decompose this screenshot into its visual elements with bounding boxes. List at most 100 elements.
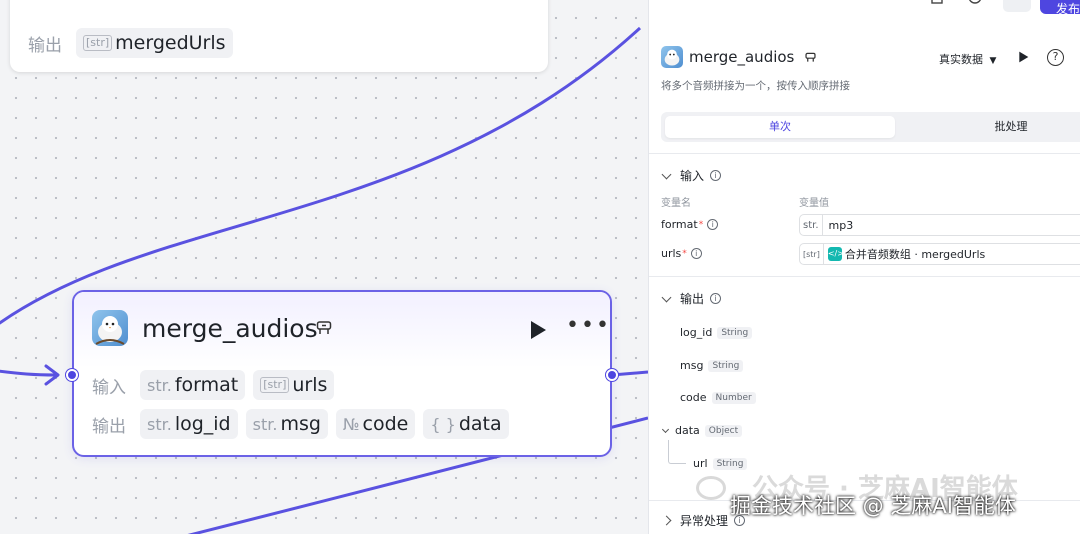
- type-string-icon: str.: [147, 375, 172, 395]
- panel-title: merge_audios: [689, 48, 795, 66]
- output-name: log_id: [680, 326, 713, 339]
- output-name: msg: [680, 359, 704, 372]
- bird-avatar-icon: [661, 46, 683, 68]
- data-mode-select[interactable]: 真实数据 ▼: [939, 51, 996, 67]
- code-ref-icon: </>: [827, 247, 844, 261]
- output-item: code Number: [680, 391, 756, 404]
- var-name-format: format * i: [661, 218, 719, 231]
- output-name: data: [675, 424, 700, 437]
- output-param-pill[interactable]: [str] mergedUrls: [76, 28, 233, 58]
- type-array-icon: [str]: [800, 244, 824, 264]
- type-number-icon: №: [342, 414, 360, 434]
- node-description: 将多个音频拼接为一个，按传入顺序拼接: [661, 80, 850, 92]
- more-icon[interactable]: •••: [566, 315, 611, 337]
- info-icon[interactable]: i: [710, 293, 722, 304]
- workflow-canvas[interactable]: 输出 [str] mergedUrls merge_audios ••• 输入 …: [0, 0, 648, 534]
- chevron-down-icon: [661, 292, 672, 302]
- input-param-pill[interactable]: [str] urls: [253, 370, 335, 400]
- caret-down-icon: ▼: [989, 56, 997, 66]
- reference-value: 合并音频数组 · mergedUrls: [844, 248, 986, 261]
- output-label: 输出: [92, 416, 126, 437]
- var-label: format: [661, 218, 698, 231]
- var-name-urls: urls * i: [661, 247, 702, 260]
- required-mark: *: [682, 248, 687, 259]
- node-input-row: 输入 str. format [str] urls: [92, 370, 335, 400]
- edge-top: [0, 26, 642, 325]
- tree-connector: [668, 440, 686, 464]
- run-icon[interactable]: [529, 320, 547, 340]
- output-param-pill[interactable]: str. msg: [245, 409, 328, 439]
- output-item: msg String: [680, 359, 744, 372]
- section-title: 输出: [680, 292, 705, 306]
- output-item: url String: [693, 457, 748, 470]
- required-mark: *: [698, 219, 704, 230]
- help-icon[interactable]: ?: [1047, 49, 1064, 66]
- type-tag: String: [717, 326, 753, 339]
- workspace-icon: [316, 321, 332, 334]
- type-string-icon: str.: [147, 414, 172, 434]
- run-mode-tabs: 单次 批处理: [661, 112, 1080, 142]
- divider: [649, 276, 1080, 277]
- section-title: 输入: [680, 169, 705, 183]
- param-name: msg: [280, 413, 321, 435]
- output-item: log_id String: [680, 326, 753, 339]
- var-label: urls: [661, 247, 682, 260]
- output-port[interactable]: [606, 369, 618, 381]
- output-name: code: [680, 391, 707, 404]
- node-header: merge_audios •••: [74, 292, 610, 368]
- param-name: log_id: [174, 413, 231, 435]
- info-icon[interactable]: i: [710, 170, 722, 181]
- type-object-icon: { }: [430, 414, 456, 434]
- wechat-logo-icon: [696, 476, 726, 500]
- chevron-down-icon: [661, 425, 670, 434]
- input-port[interactable]: [66, 369, 78, 381]
- param-name: code: [362, 413, 409, 435]
- param-name: urls: [292, 374, 328, 396]
- node-output-row: 输出 str. log_id str. msg № code { } data: [92, 409, 509, 439]
- output-item-data[interactable]: data Object: [661, 424, 743, 437]
- input-label: 输入: [92, 377, 126, 398]
- tab-batch[interactable]: 批处理: [901, 116, 1080, 138]
- format-value-input[interactable]: str. mp3: [799, 214, 1080, 236]
- prev-node-merged-urls[interactable]: 输出 [str] mergedUrls: [10, 0, 548, 72]
- node-debug-panel: merge_audios 真实数据 ▼ ? 将多个音频拼接为一个，按传入顺序拼接…: [648, 0, 1080, 534]
- data-mode-label: 真实数据: [939, 53, 983, 66]
- section-title: 异常处理: [680, 514, 729, 528]
- param-name: format: [174, 374, 239, 396]
- input-value: mp3: [828, 218, 854, 232]
- workspace-icon: [805, 52, 816, 62]
- bird-avatar-icon: [92, 310, 128, 346]
- output-section-header[interactable]: 输出 i: [661, 290, 722, 307]
- type-tag: Object: [704, 424, 743, 437]
- param-name: mergedUrls: [115, 32, 226, 54]
- param-name: data: [458, 413, 502, 435]
- output-param-pill[interactable]: str. log_id: [140, 409, 238, 439]
- type-tag: Number: [711, 391, 756, 404]
- tab-single[interactable]: 单次: [665, 116, 895, 138]
- edge-into-node: [0, 369, 57, 377]
- type-tag: String: [708, 359, 744, 372]
- output-name: url: [693, 457, 708, 470]
- input-section-header[interactable]: 输入 i: [661, 167, 722, 184]
- run-icon[interactable]: [1018, 51, 1029, 63]
- divider: [649, 153, 1080, 154]
- info-icon[interactable]: i: [707, 219, 719, 230]
- input-param-pill[interactable]: str. format: [140, 370, 246, 400]
- info-icon[interactable]: i: [690, 248, 702, 259]
- watermark-juejin: 掘金技术社区 @ 芝麻AI智能体: [730, 494, 1016, 518]
- node-title: merge_audios: [142, 314, 318, 343]
- output-param-pill[interactable]: { } data: [423, 409, 509, 439]
- column-header-value: 变量值: [799, 198, 829, 209]
- output-param-pill[interactable]: № code: [335, 409, 416, 439]
- urls-value-reference[interactable]: [str] </> 合并音频数组 · mergedUrls: [799, 243, 1080, 265]
- type-tag: String: [712, 457, 748, 470]
- output-label: 输出: [28, 35, 62, 56]
- prev-node-output-row: 输出 [str] mergedUrls: [28, 28, 233, 58]
- type-array-icon: [str]: [83, 35, 113, 51]
- chevron-down-icon: [661, 169, 672, 179]
- merge-audios-node[interactable]: merge_audios ••• 输入 str. format [str] ur…: [66, 290, 618, 457]
- chevron-right-icon: [661, 515, 672, 526]
- column-header-name: 变量名: [661, 198, 691, 209]
- type-string-icon: str.: [800, 215, 823, 235]
- type-array-icon: [str]: [260, 377, 290, 393]
